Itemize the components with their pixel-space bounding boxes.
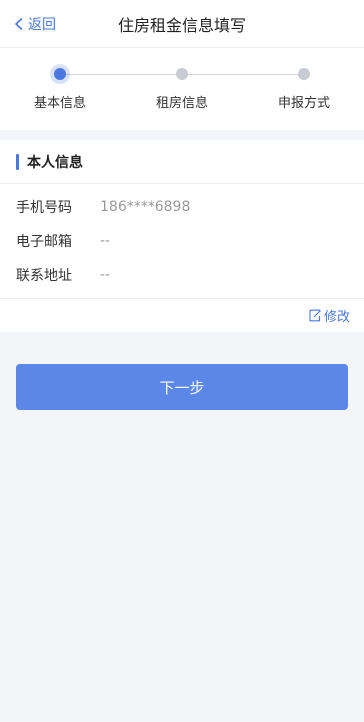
row-email: 电子邮箱 --	[0, 224, 364, 258]
section-accent-bar	[16, 153, 19, 170]
step-indicator: 基本信息 租房信息 申报方式	[0, 48, 364, 130]
step-declare-method: 申报方式	[244, 64, 364, 111]
info-rows: 手机号码 186****6898 电子邮箱 -- 联系地址 --	[0, 184, 364, 298]
row-key: 联系地址	[16, 268, 72, 284]
step-label: 申报方式	[277, 96, 330, 111]
step-basic-info: 基本信息	[0, 64, 120, 111]
row-value: --	[100, 233, 111, 249]
step-dot	[176, 68, 188, 80]
back-button[interactable]: 返回	[12, 0, 56, 48]
step-dot-halo	[294, 64, 314, 84]
row-address: 联系地址 --	[0, 258, 364, 292]
edit-bar: 修改	[0, 298, 364, 332]
row-key: 电子邮箱	[16, 234, 72, 250]
edit-label: 修改	[323, 310, 350, 325]
step-rental-info: 租房信息	[122, 64, 242, 111]
page-title: 住房租金信息填写	[117, 15, 246, 35]
row-value: --	[100, 267, 111, 283]
back-label: 返回	[28, 17, 56, 33]
button-area: 下一步	[0, 332, 364, 410]
next-step-button[interactable]: 下一步	[16, 364, 348, 410]
personal-info-card: 本人信息 手机号码 186****6898 电子邮箱 -- 联系地址 -- 修改	[0, 140, 364, 332]
step-dot	[298, 68, 310, 80]
top-bar: 返回 住房租金信息填写	[0, 0, 364, 48]
step-label: 租房信息	[155, 96, 208, 111]
row-key: 手机号码	[16, 200, 72, 216]
edit-button[interactable]: 修改	[308, 306, 350, 325]
step-dot-halo	[50, 64, 70, 84]
section-title: 本人信息	[27, 154, 83, 171]
edit-icon	[308, 309, 321, 322]
row-value: 186****6898	[100, 199, 191, 215]
row-phone: 手机号码 186****6898	[0, 190, 364, 224]
chevron-left-icon	[12, 17, 26, 31]
step-dot-halo	[172, 64, 192, 84]
section-header: 本人信息	[0, 140, 364, 184]
step-dot	[54, 68, 66, 80]
step-label: 基本信息	[33, 96, 86, 111]
